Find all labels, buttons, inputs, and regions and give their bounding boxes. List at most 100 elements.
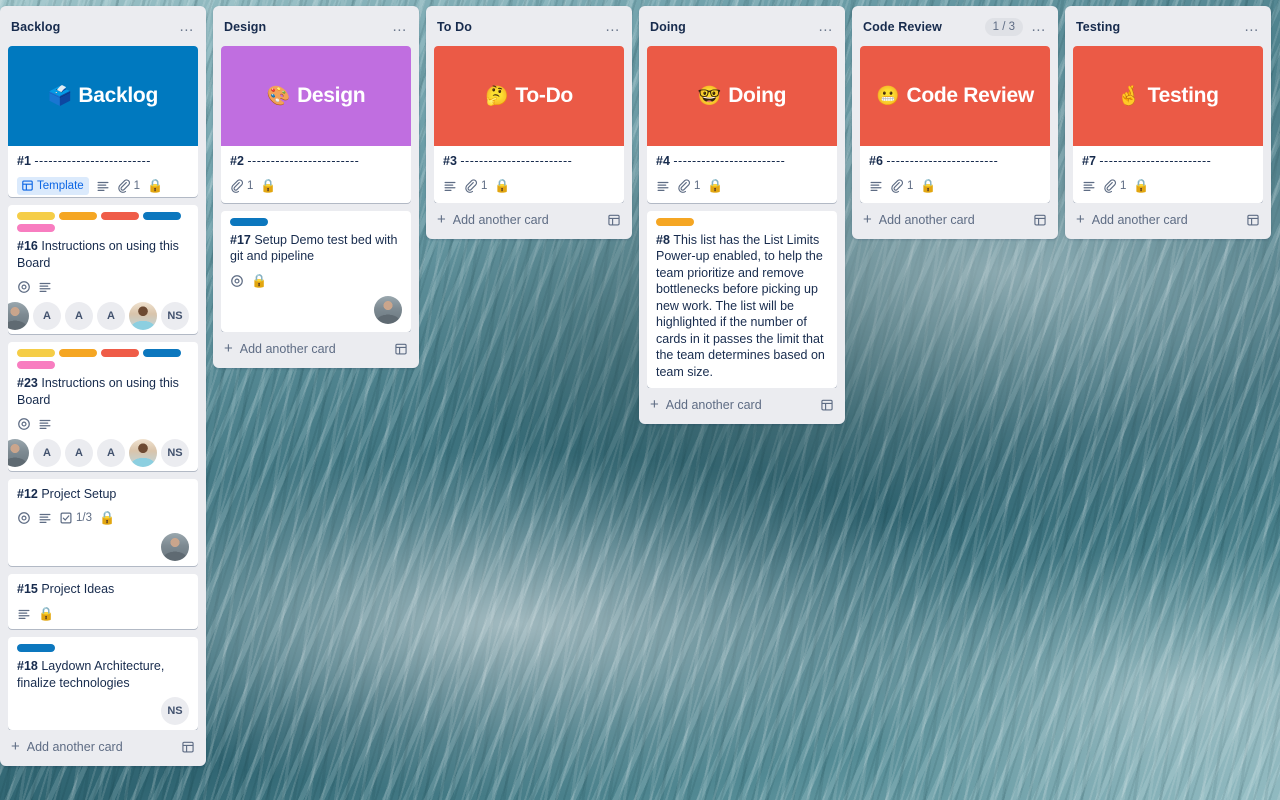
add-card-row[interactable]: + Add another card <box>0 730 206 764</box>
card[interactable]: 😬 Code Review #6 ------------------------ 1… <box>860 46 1050 203</box>
cover-emoji: 🎨 <box>266 86 291 107</box>
avatar[interactable]: A <box>97 302 125 331</box>
attachment-badge: 1 <box>117 178 140 193</box>
label-chip-pink[interactable] <box>17 224 55 233</box>
list-title[interactable]: Testing <box>1076 19 1236 35</box>
card[interactable]: #8 This list has the List Limits Power-u… <box>647 210 837 388</box>
label-chip-orange[interactable] <box>656 217 694 226</box>
label-chip-yellow[interactable] <box>17 349 55 358</box>
card-title-text: ------------------------ <box>673 154 786 168</box>
list-doing: Doing … 🤓 Doing #4 ------------------------ 1… <box>639 6 845 424</box>
list-menu-icon[interactable]: … <box>177 18 197 36</box>
card-template-icon[interactable] <box>1246 213 1260 227</box>
label-chip-orange[interactable] <box>59 212 97 221</box>
card[interactable]: 🤓 Doing #4 ------------------------ 1 🔒 <box>647 46 837 203</box>
card[interactable]: #16 Instructions on using this Board A A A N… <box>8 205 198 335</box>
lock-icon: 🔒 <box>494 177 511 193</box>
add-card-row[interactable]: + Add another card <box>852 203 1058 237</box>
label-chip-yellow[interactable] <box>17 212 55 221</box>
label-chip-blue[interactable] <box>143 349 181 358</box>
list-backlog: Backlog … 🗳️ Backlog #1 --------------------… <box>0 6 206 766</box>
card[interactable]: #15 Project Ideas 🔒 <box>8 574 198 630</box>
card[interactable]: #12 Project Setup 1/3 🔒 <box>8 478 198 567</box>
avatar[interactable]: A <box>97 439 125 468</box>
list-menu-icon[interactable]: … <box>1029 18 1049 36</box>
add-card-label: Add another card <box>239 341 336 356</box>
list-title[interactable]: To Do <box>437 19 597 35</box>
card[interactable]: #18 Laydown Architecture, finalize techn… <box>8 637 198 730</box>
avatar[interactable] <box>8 439 29 468</box>
avatar[interactable]: A <box>65 302 93 331</box>
list-title[interactable]: Code Review <box>863 19 979 35</box>
attachment-count: 1 <box>907 179 914 192</box>
cover-emoji: 🤓 <box>697 86 722 107</box>
avatar[interactable] <box>161 533 189 562</box>
avatar[interactable]: A <box>33 439 61 468</box>
avatar[interactable] <box>8 302 29 331</box>
template-badge-label: Template <box>37 179 84 192</box>
card-title-text: Instructions on using this Board <box>17 239 179 270</box>
list-menu-icon[interactable]: … <box>816 18 836 36</box>
avatar[interactable] <box>129 302 157 331</box>
list-title[interactable]: Backlog <box>11 19 171 35</box>
card-members: A A A NS <box>8 439 189 468</box>
avatar[interactable] <box>374 295 402 324</box>
card-template-icon[interactable] <box>1033 213 1047 227</box>
card-template-icon[interactable] <box>181 740 195 754</box>
add-card-label: Add another card <box>452 212 549 227</box>
add-card-row[interactable]: + Add another card <box>426 203 632 237</box>
avatar[interactable]: NS <box>161 697 189 726</box>
list-title[interactable]: Doing <box>650 19 810 35</box>
list-design: Design … 🎨 Design #2 -----------------------… <box>213 6 419 368</box>
label-chip-red[interactable] <box>101 349 139 358</box>
cover-title: Doing <box>728 84 787 107</box>
card-title: #6 ------------------------ <box>869 153 1041 170</box>
avatar[interactable]: A <box>65 439 93 468</box>
board-background: Backlog … 🗳️ Backlog #1 --------------------… <box>0 0 1280 800</box>
avatar[interactable]: A <box>33 302 61 331</box>
list-title[interactable]: Design <box>224 19 384 35</box>
list-menu-icon[interactable]: … <box>603 18 623 36</box>
lock-icon: 🔒 <box>707 177 724 193</box>
add-card-row[interactable]: + Add another card <box>639 388 845 422</box>
card-title-text: Setup Demo test bed with git and pipelin… <box>230 232 398 264</box>
label-chip-blue[interactable] <box>230 217 268 226</box>
card[interactable]: #17 Setup Demo test bed with git and pip… <box>221 210 411 332</box>
card-title: #1 ------------------------- <box>17 153 189 170</box>
list-menu-icon[interactable]: … <box>1242 18 1262 36</box>
avatar[interactable]: NS <box>161 302 189 331</box>
attachment-badge: 1 <box>890 178 914 193</box>
cover-emoji: 😬 <box>876 86 900 107</box>
card-members <box>230 295 402 324</box>
card-template-icon[interactable] <box>820 398 834 412</box>
label-chip-orange[interactable] <box>59 349 97 358</box>
list-cards: 🗳️ Backlog #1 ------------------------- Tem… <box>0 46 206 730</box>
list-cards: 🤓 Doing #4 ------------------------ 1 🔒 #8 Th… <box>639 46 845 388</box>
description-icon <box>38 417 52 431</box>
card-template-icon[interactable] <box>607 213 621 227</box>
avatar[interactable] <box>129 439 157 468</box>
card-badges: 🔒 <box>17 605 189 623</box>
label-chip-blue[interactable] <box>143 212 181 221</box>
card-template-icon[interactable] <box>394 342 408 356</box>
card[interactable]: 🤞 Testing #7 ------------------------ 1 🔒 <box>1073 46 1263 203</box>
plus-icon: + <box>11 738 20 755</box>
label-chip-red[interactable] <box>101 212 139 221</box>
add-card-row[interactable]: + Add another card <box>1065 203 1271 237</box>
list-menu-icon[interactable]: … <box>390 18 410 36</box>
card[interactable]: 🗳️ Backlog #1 ------------------------- Tem… <box>8 46 198 198</box>
add-card-row[interactable]: + Add another card <box>213 332 419 366</box>
label-chip-blue[interactable] <box>17 644 55 653</box>
plus-icon: + <box>1076 210 1085 228</box>
card-badges: Template 1 🔒 <box>17 176 189 195</box>
card[interactable]: #23 Instructions on using this Board A A A N… <box>8 342 198 471</box>
avatar[interactable]: NS <box>161 439 189 468</box>
attachment-count: 1 <box>247 179 254 192</box>
card-title: #17 Setup Demo test bed with git and pip… <box>230 232 402 265</box>
card[interactable]: 🤔 To-Do #3 ------------------------ 1 🔒 <box>434 46 624 203</box>
label-chip-pink[interactable] <box>17 361 55 370</box>
list-todo: To Do … 🤔 To-Do #3 ------------------------ 1… <box>426 6 632 239</box>
card[interactable]: 🎨 Design #2 ------------------------ 1 🔒 <box>221 46 411 203</box>
cover-emoji: 🤞 <box>1117 86 1141 107</box>
card-title: #18 Laydown Architecture, finalize techn… <box>17 658 189 691</box>
